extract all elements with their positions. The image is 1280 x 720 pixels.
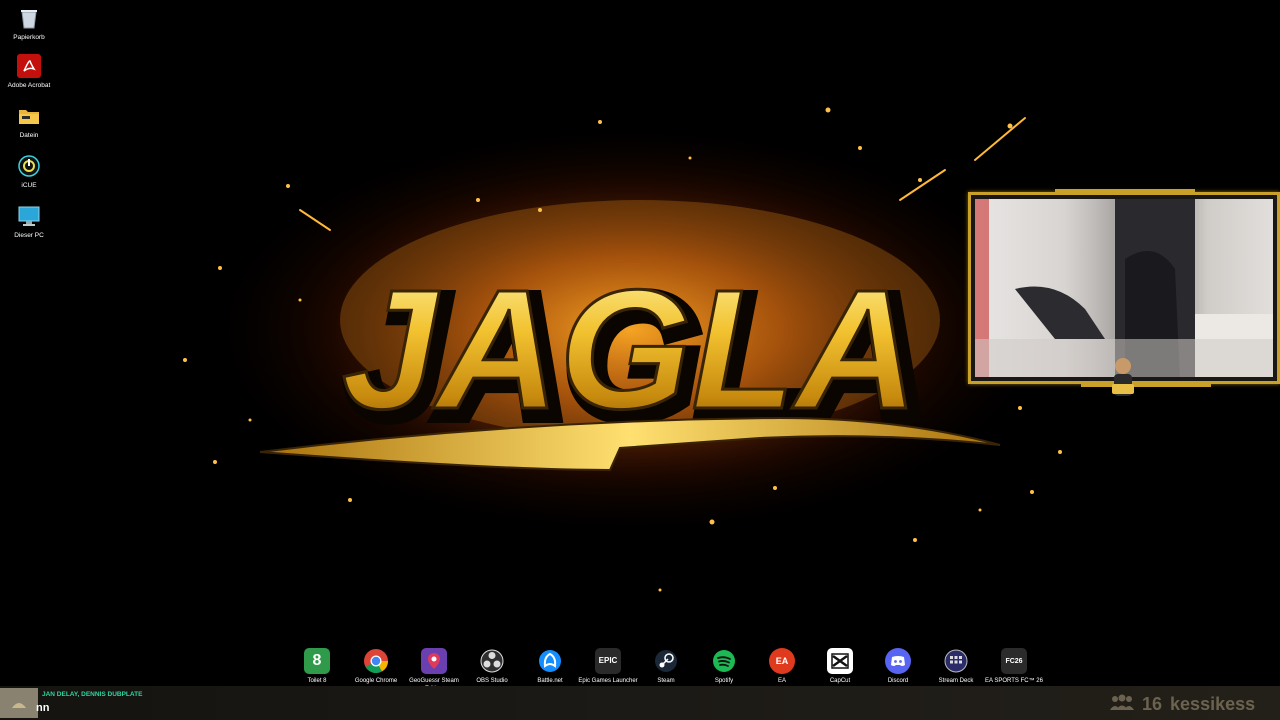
- now-playing-artist: JAN DELAY, DENNIS DUBPLATE: [42, 691, 143, 698]
- dock-item-label: EA SPORTS FC™ 26: [985, 678, 1043, 684]
- dock-item-label: Google Chrome: [354, 678, 398, 684]
- now-playing-title: nn: [36, 702, 50, 714]
- webcam-frame-bottom: [1081, 383, 1211, 387]
- dock-item-steam[interactable]: Steam: [637, 648, 695, 686]
- viewer-count: 16: [1142, 693, 1163, 714]
- desktop-icon-label: Papierkorb: [13, 34, 45, 41]
- monitor-icon: [17, 204, 41, 228]
- epic-games-icon: EPIC: [595, 648, 621, 674]
- webcam-feed: [975, 199, 1273, 377]
- acrobat-icon: [17, 54, 41, 78]
- dock-item-discord[interactable]: Discord: [869, 648, 927, 686]
- viewer-counter: 16 kessikess: [1110, 692, 1255, 716]
- desktop-icon-label: Dieser PC: [14, 232, 44, 239]
- obs-icon: [479, 648, 505, 674]
- dock-item-capcut[interactable]: CapCut: [811, 648, 869, 686]
- dock-item-label: Stream Deck: [938, 678, 974, 684]
- channel-name: kessikess: [1170, 693, 1256, 714]
- desktop-icon-label: Datein: [19, 132, 39, 139]
- battlenet-icon: [537, 648, 563, 674]
- desktop-icon-papierkorb[interactable]: Papierkorb: [0, 6, 58, 41]
- dock-item-label: Toilet 8: [307, 678, 327, 684]
- recycle-bin-icon: [17, 6, 41, 30]
- dock-item-label: EA: [777, 678, 786, 684]
- icue-icon: [17, 154, 41, 178]
- desktop-icon-label: iCUE: [21, 182, 37, 189]
- dock-item-label: Battle.net: [537, 678, 563, 684]
- dock-item-label: Epic Games Launcher: [578, 678, 638, 684]
- dock-item-label: CapCut: [829, 678, 851, 684]
- dock-item-obs-studio[interactable]: OBS Studio: [463, 648, 521, 686]
- ea-fc-icon: FC26: [1001, 648, 1027, 674]
- dock-item-spotify[interactable]: Spotify: [695, 648, 753, 686]
- discord-icon: [885, 648, 911, 674]
- dock-item-label: OBS Studio: [476, 678, 508, 684]
- geoguessr-icon: [421, 648, 447, 674]
- stream-deck-icon: [943, 648, 969, 674]
- toilet8-icon: 8: [304, 648, 330, 674]
- desktop-icon-dieser-pc[interactable]: Dieser PC: [0, 204, 58, 239]
- dock-item-ea[interactable]: EA EA: [753, 648, 811, 686]
- desktop-icon-label: Adobe Acrobat: [7, 82, 51, 89]
- dock-item-ea-sports-fc-26[interactable]: FC26 EA SPORTS FC™ 26: [985, 648, 1043, 686]
- capcut-icon: [827, 648, 853, 674]
- dock-item-epic-games[interactable]: EPIC Epic Games Launcher: [578, 648, 638, 686]
- dock-item-stream-deck[interactable]: Stream Deck: [927, 648, 985, 686]
- ea-icon: EA: [769, 648, 795, 674]
- dock-item-label: Steam: [657, 678, 675, 684]
- desktop-icon-adobe-acrobat[interactable]: Adobe Acrobat: [0, 54, 58, 89]
- webcam-frame-tab: [1055, 189, 1195, 195]
- dock-item-label: Spotify: [714, 678, 734, 684]
- mascot-icon: [1112, 358, 1134, 396]
- dock-item-google-chrome[interactable]: Google Chrome: [347, 648, 405, 686]
- desktop-icon-datein[interactable]: Datein: [0, 104, 58, 139]
- desktop-icon-icue[interactable]: iCUE: [0, 154, 58, 189]
- dock-item-battle-net[interactable]: Battle.net: [521, 648, 579, 686]
- album-art: [0, 688, 38, 718]
- stream-bar: JAN DELAY, DENNIS DUBPLATE nn: [0, 686, 1280, 720]
- folder-icon: [17, 104, 41, 128]
- spotify-icon: [711, 648, 737, 674]
- dock-item-toilet-8[interactable]: 8 Toilet 8: [288, 648, 346, 686]
- dock: 8 Toilet 8 Google Chrome GeoGuessr Steam…: [300, 648, 1060, 692]
- viewers-icon: [1110, 693, 1134, 716]
- chrome-icon: [363, 648, 389, 674]
- steam-icon: [653, 648, 679, 674]
- logo-text: JAGLA: [342, 255, 918, 445]
- dock-item-label: Discord: [887, 678, 909, 684]
